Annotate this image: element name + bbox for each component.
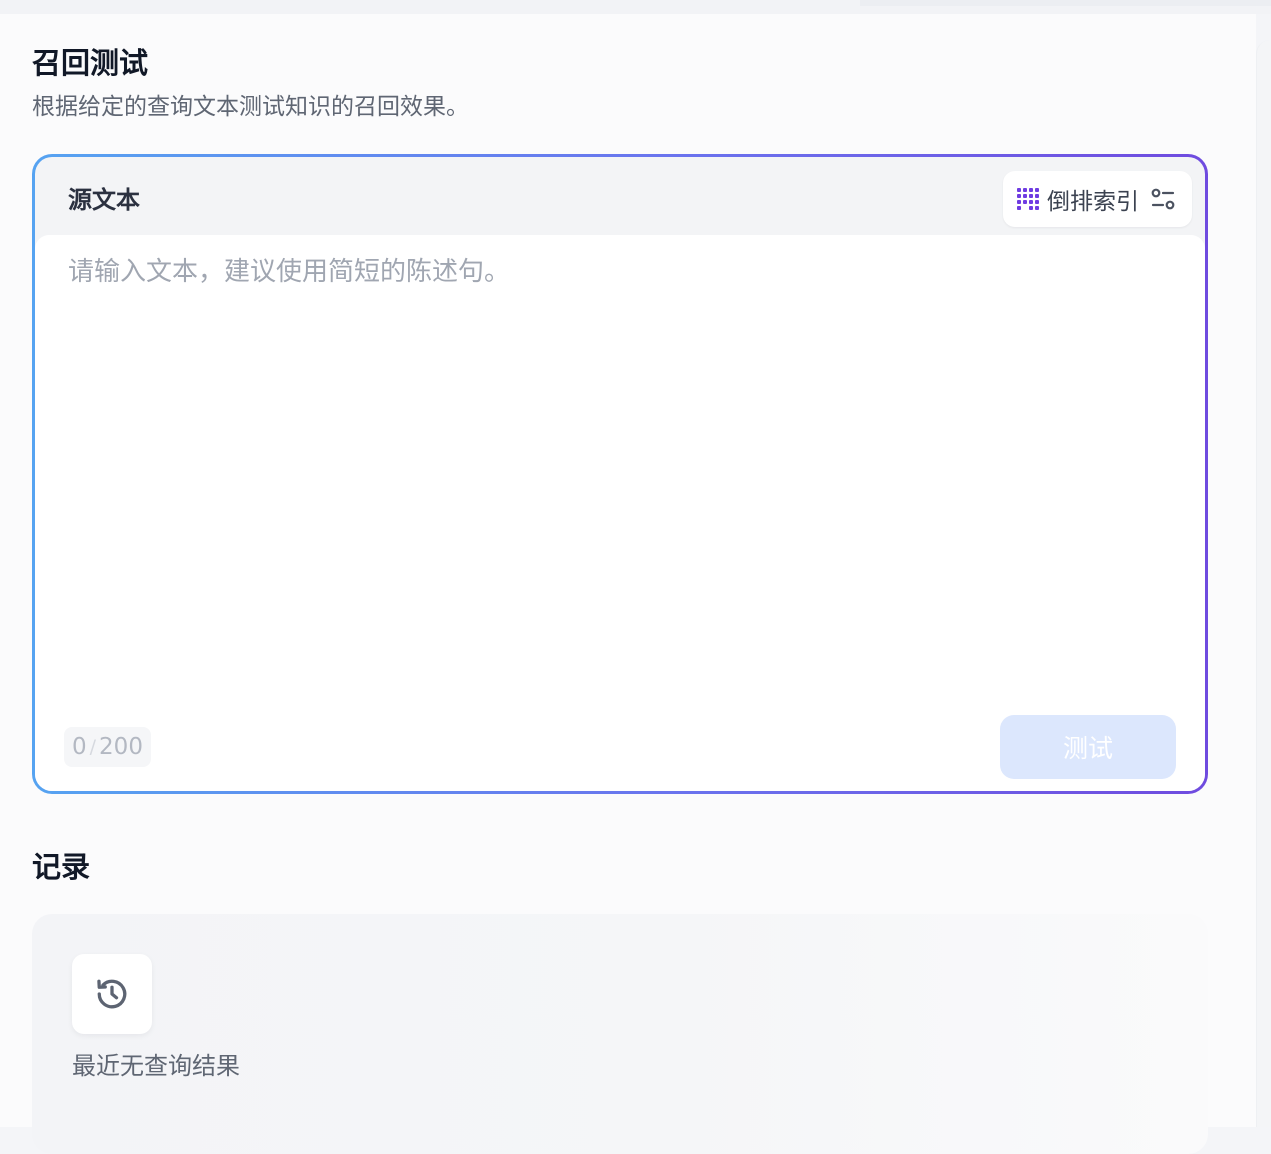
character-counter: 0 / 200 (64, 727, 151, 767)
records-title: 记录 (32, 850, 91, 884)
sliders-icon[interactable] (1149, 185, 1177, 213)
character-separator: / (89, 736, 97, 758)
grid-icon (1017, 187, 1041, 211)
source-text-label: 源文本 (68, 186, 140, 214)
index-mode-selector[interactable]: 倒排索引 (1003, 171, 1192, 227)
query-input[interactable] (68, 253, 1168, 693)
source-text-card: 源文本 倒排索引 0 / 200 测试 (32, 154, 1208, 794)
page-title: 召回测试 (32, 46, 149, 80)
test-button[interactable]: 测试 (1000, 715, 1176, 779)
right-side-panel (1256, 40, 1271, 1127)
page-subtitle: 根据给定的查询文本测试知识的召回效果。 (32, 94, 469, 120)
character-limit: 200 (99, 734, 143, 760)
character-count: 0 (72, 734, 87, 760)
history-badge (72, 954, 152, 1034)
empty-records-message: 最近无查询结果 (72, 1052, 240, 1080)
top-strip (0, 0, 1271, 14)
records-panel: 最近无查询结果 (32, 914, 1208, 1154)
history-icon (97, 979, 127, 1009)
top-strip-shade (860, 0, 1271, 6)
source-text-card-inner: 源文本 倒排索引 0 / 200 测试 (35, 157, 1205, 791)
index-mode-label: 倒排索引 (1047, 189, 1139, 215)
query-text-area: 0 / 200 测试 (35, 235, 1205, 791)
